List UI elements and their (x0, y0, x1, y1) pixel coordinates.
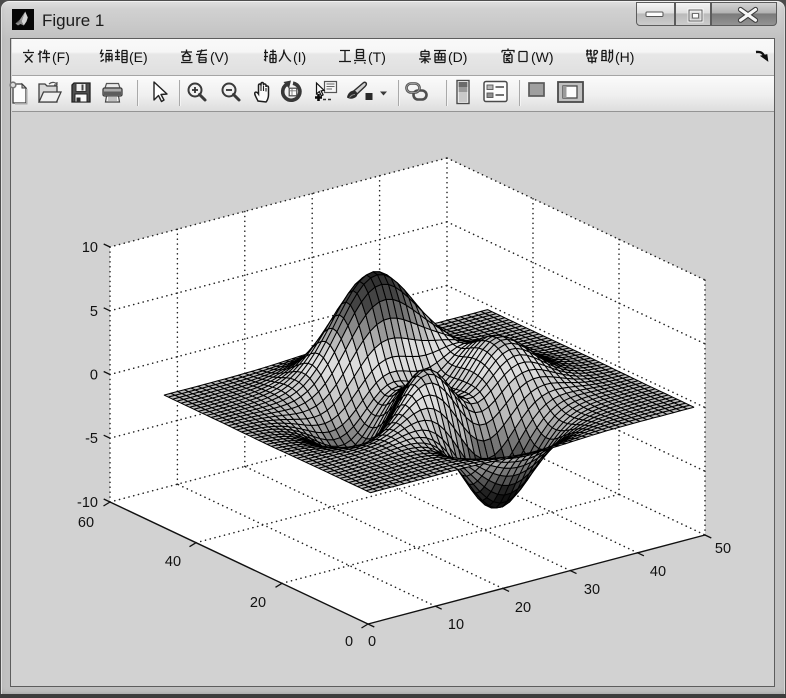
svg-text:40: 40 (165, 554, 181, 570)
svg-text:20: 20 (515, 600, 531, 616)
svg-text:30: 30 (584, 582, 600, 598)
svg-text:50: 50 (715, 541, 731, 557)
svg-text:-5: -5 (85, 431, 98, 447)
svg-text:10: 10 (448, 617, 464, 633)
svg-text:40: 40 (650, 564, 666, 580)
svg-text:10: 10 (82, 240, 98, 256)
svg-text:20: 20 (250, 595, 266, 611)
svg-text:5: 5 (90, 304, 98, 320)
svg-text:-10: -10 (77, 495, 98, 511)
svg-text:0: 0 (90, 368, 98, 384)
svg-text:60: 60 (78, 515, 94, 531)
svg-text:0: 0 (368, 634, 376, 650)
svg-text:0: 0 (345, 634, 353, 650)
